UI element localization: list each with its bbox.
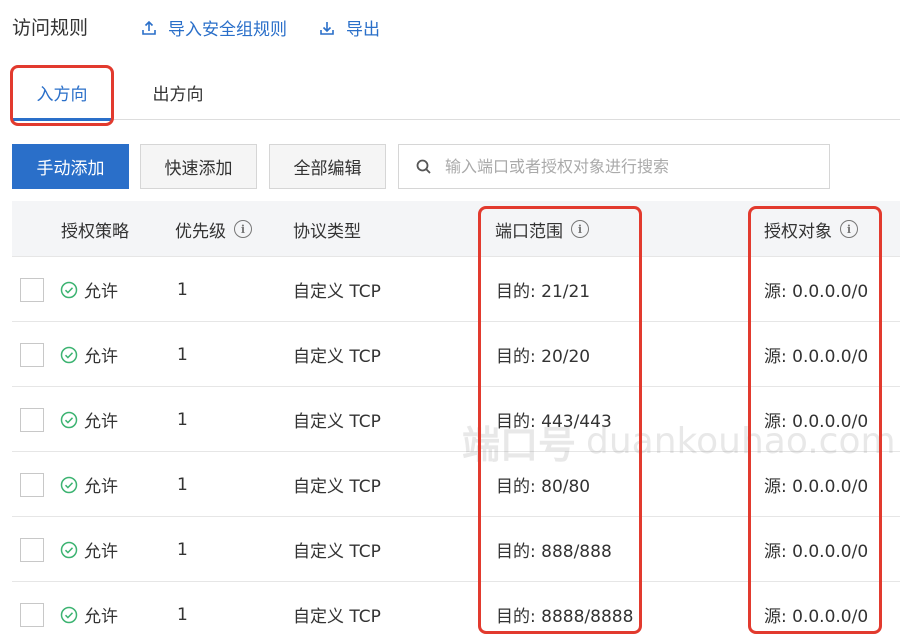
port-range-cell: 目的: 888/888 bbox=[496, 542, 612, 562]
row-checkbox[interactable] bbox=[20, 408, 44, 432]
col-header-policy: 授权策略 bbox=[61, 201, 129, 257]
policy-cell: 允许 bbox=[60, 452, 118, 517]
auth-object-cell: 源: 0.0.0.0/0 bbox=[764, 477, 869, 497]
protocol-cell: 自定义 TCP bbox=[293, 477, 381, 497]
tab-outbound[interactable]: 出方向 bbox=[132, 64, 224, 120]
table-row: 允许 1 自定义 TCP 目的: 20/20 源: 0.0.0.0/0 bbox=[12, 322, 900, 387]
search-input[interactable] bbox=[445, 157, 825, 176]
protocol-cell: 自定义 TCP bbox=[293, 347, 381, 367]
protocol-cell: 自定义 TCP bbox=[293, 542, 381, 562]
port-range-cell: 目的: 443/443 bbox=[496, 412, 612, 432]
check-circle-icon bbox=[60, 281, 78, 298]
col-header-priority: 优先级 i bbox=[175, 201, 252, 257]
col-header-auth-object-label: 授权对象 bbox=[764, 221, 832, 242]
page-title: 访问规则 bbox=[12, 17, 89, 39]
col-header-port-range-label: 端口范围 bbox=[495, 221, 563, 242]
col-header-auth-object: 授权对象 i bbox=[764, 201, 858, 257]
port-range-cell: 目的: 21/21 bbox=[496, 282, 591, 302]
check-circle-icon bbox=[60, 411, 78, 428]
export-label: 导出 bbox=[346, 20, 380, 40]
upload-icon bbox=[142, 20, 156, 35]
tab-inbound[interactable]: 入方向 bbox=[12, 64, 112, 121]
info-icon[interactable]: i bbox=[840, 220, 858, 238]
priority-cell: 1 bbox=[177, 474, 188, 495]
search-icon bbox=[416, 159, 431, 174]
import-rules-link[interactable]: 导入安全组规则 bbox=[140, 15, 287, 40]
policy-text: 允许 bbox=[84, 542, 118, 562]
table-row: 允许 1 自定义 TCP 目的: 8888/8888 源: 0.0.0.0/0 bbox=[12, 582, 900, 639]
policy-text: 允许 bbox=[84, 347, 118, 367]
table-header: 授权策略 优先级 i 协议类型 端口范围 i 授权对象 i bbox=[12, 201, 900, 257]
manual-add-button[interactable]: 手动添加 bbox=[12, 144, 129, 189]
table-row: 允许 1 自定义 TCP 目的: 443/443 源: 0.0.0.0/0 bbox=[12, 387, 900, 452]
auth-object-cell: 源: 0.0.0.0/0 bbox=[764, 542, 869, 562]
auth-object-cell: 源: 0.0.0.0/0 bbox=[764, 607, 869, 627]
policy-text: 允许 bbox=[84, 282, 118, 302]
col-header-policy-label: 授权策略 bbox=[61, 221, 129, 242]
protocol-cell: 自定义 TCP bbox=[293, 412, 381, 432]
policy-cell: 允许 bbox=[60, 387, 118, 452]
tab-outbound-label: 出方向 bbox=[152, 84, 204, 105]
priority-cell: 1 bbox=[177, 409, 188, 430]
table-row: 允许 1 自定义 TCP 目的: 21/21 源: 0.0.0.0/0 bbox=[12, 257, 900, 322]
row-checkbox[interactable] bbox=[20, 278, 44, 302]
check-circle-icon bbox=[60, 541, 78, 558]
col-header-protocol: 协议类型 bbox=[293, 201, 361, 257]
direction-tabs: 入方向 出方向 bbox=[12, 64, 900, 121]
search-box bbox=[398, 144, 830, 189]
row-checkbox[interactable] bbox=[20, 603, 44, 627]
policy-cell: 允许 bbox=[60, 322, 118, 387]
auth-object-cell: 源: 0.0.0.0/0 bbox=[764, 282, 869, 302]
edit-all-button[interactable]: 全部编辑 bbox=[269, 144, 386, 189]
auth-object-cell: 源: 0.0.0.0/0 bbox=[764, 347, 869, 367]
protocol-cell: 自定义 TCP bbox=[293, 282, 381, 302]
policy-text: 允许 bbox=[84, 412, 118, 432]
check-circle-icon bbox=[60, 476, 78, 493]
priority-cell: 1 bbox=[177, 539, 188, 560]
policy-cell: 允许 bbox=[60, 517, 118, 582]
col-header-priority-label: 优先级 bbox=[175, 221, 226, 242]
policy-cell: 允许 bbox=[60, 257, 118, 322]
row-checkbox[interactable] bbox=[20, 538, 44, 562]
row-checkbox[interactable] bbox=[20, 473, 44, 497]
policy-text: 允许 bbox=[84, 607, 118, 627]
active-tab-indicator bbox=[12, 118, 112, 121]
tab-inbound-label: 入方向 bbox=[36, 84, 88, 105]
export-link[interactable]: 导出 bbox=[318, 15, 380, 40]
info-icon[interactable]: i bbox=[234, 220, 252, 238]
auth-object-cell: 源: 0.0.0.0/0 bbox=[764, 412, 869, 432]
table-row: 允许 1 自定义 TCP 目的: 80/80 源: 0.0.0.0/0 bbox=[12, 452, 900, 517]
port-range-cell: 目的: 8888/8888 bbox=[496, 607, 634, 627]
port-range-cell: 目的: 20/20 bbox=[496, 347, 591, 367]
protocol-cell: 自定义 TCP bbox=[293, 607, 381, 627]
col-header-port-range: 端口范围 i bbox=[495, 201, 589, 257]
row-checkbox[interactable] bbox=[20, 343, 44, 367]
col-header-protocol-label: 协议类型 bbox=[293, 221, 361, 242]
port-range-cell: 目的: 80/80 bbox=[496, 477, 591, 497]
import-rules-label: 导入安全组规则 bbox=[168, 20, 287, 40]
priority-cell: 1 bbox=[177, 279, 188, 300]
info-icon[interactable]: i bbox=[571, 220, 589, 238]
check-circle-icon bbox=[60, 346, 78, 363]
priority-cell: 1 bbox=[177, 344, 188, 365]
download-icon bbox=[320, 21, 334, 35]
policy-text: 允许 bbox=[84, 477, 118, 497]
check-circle-icon bbox=[60, 606, 78, 623]
policy-cell: 允许 bbox=[60, 582, 118, 639]
table-row: 允许 1 自定义 TCP 目的: 888/888 源: 0.0.0.0/0 bbox=[12, 517, 900, 582]
priority-cell: 1 bbox=[177, 604, 188, 625]
quick-add-button[interactable]: 快速添加 bbox=[140, 144, 257, 189]
